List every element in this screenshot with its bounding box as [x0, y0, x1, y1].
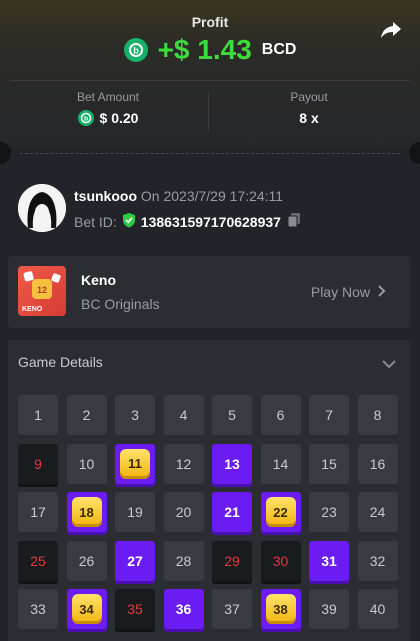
keno-cell: 23 [309, 492, 349, 532]
username-line: tsunkooo On 2023/7/29 17:24:11 [74, 188, 283, 204]
bet-amount-value: $ 0.20 [99, 110, 139, 126]
divider [10, 80, 410, 81]
chevron-right-icon [378, 284, 386, 300]
keno-thumb-number: 12 [37, 285, 47, 295]
gem-number: 38 [265, 594, 296, 624]
keno-cell-picked: 13 [212, 443, 252, 484]
keno-cell-picked: 36 [163, 589, 204, 629]
keno-thumbnail: 12 KENO [18, 266, 66, 316]
bet-id-label: Bet ID: [74, 213, 117, 230]
keno-cell-drawn: 29 [212, 540, 252, 581]
keno-cell-drawn: 9 [18, 443, 58, 484]
payout: Payout 8 x [209, 90, 409, 126]
game-name: Keno [81, 272, 116, 288]
bet-id-row: Bet ID: 138631597170628937 [74, 212, 302, 231]
keno-cell-picked: 21 [212, 492, 252, 532]
dashed-divider [20, 153, 400, 154]
bet-amount: Bet Amount b $ 0.20 [8, 90, 208, 126]
keno-cell: 1 [18, 395, 58, 435]
keno-cell: 15 [309, 443, 349, 484]
keno-cell: 4 [163, 395, 204, 435]
play-now-button[interactable]: Play Now [311, 284, 386, 300]
payout-value: 8 x [299, 110, 319, 126]
keno-cell: 37 [212, 589, 252, 629]
bet-timestamp: On 2023/7/29 17:24:11 [140, 188, 284, 204]
keno-cell-hit: 11 [115, 443, 155, 484]
keno-cell: 24 [357, 492, 398, 532]
svg-text:b: b [133, 46, 139, 56]
keno-cell: 19 [115, 492, 155, 532]
keno-cell: 2 [66, 395, 107, 435]
keno-cell: 40 [357, 589, 398, 629]
username[interactable]: tsunkooo [74, 188, 137, 204]
keno-cell: 12 [163, 443, 204, 484]
game-details-panel: Game Details 1 2 3 4 5 6 7 8 9 10 11 12 13 14 15 16 17 18… [8, 340, 410, 641]
chevron-down-icon[interactable] [382, 356, 396, 374]
keno-cell-drawn: 30 [260, 540, 301, 581]
gem-number: 18 [71, 497, 102, 527]
keno-cell: 33 [18, 589, 58, 629]
keno-cell-hit: 22 [260, 492, 301, 532]
copy-icon[interactable] [286, 212, 302, 231]
bcd-coin-icon: b [123, 38, 148, 62]
keno-cell-hit: 34 [66, 589, 107, 629]
game-details-title: Game Details [18, 354, 103, 370]
payout-label: Payout [290, 90, 328, 104]
gem-number: 22 [265, 497, 296, 527]
keno-cell: 39 [309, 589, 349, 629]
game-card[interactable]: 12 KENO Keno BC Originals Play Now [8, 256, 410, 328]
ticket-notch-right [409, 142, 420, 164]
bcd-coin-icon: b [77, 110, 94, 126]
keno-cell: 6 [260, 395, 301, 435]
keno-cell: 28 [163, 540, 204, 581]
verified-shield-icon [122, 212, 136, 231]
keno-cell: 5 [212, 395, 252, 435]
keno-cell-drawn: 25 [18, 540, 58, 581]
keno-cell: 8 [357, 395, 398, 435]
game-provider: BC Originals [81, 296, 160, 312]
keno-cell: 26 [66, 540, 107, 581]
keno-cell-picked: 27 [115, 540, 155, 581]
profit-currency: BCD [261, 41, 297, 58]
keno-board: 1 2 3 4 5 6 7 8 9 10 11 12 13 14 15 16 17 18 19 20 21 22 23 24 2… [18, 395, 398, 629]
bet-id-value: 138631597170628937 [140, 213, 281, 230]
keno-cell: 7 [309, 395, 349, 435]
profit-row: b +$ 1.43 BCD [0, 34, 420, 66]
svg-text:b: b [83, 116, 87, 123]
gem-number: 11 [120, 448, 150, 479]
keno-cell-drawn: 35 [115, 589, 155, 629]
keno-cell: 17 [18, 492, 58, 532]
play-now-label: Play Now [310, 284, 370, 300]
profit-label: Profit [191, 14, 229, 30]
keno-thumb-label: KENO [22, 306, 43, 313]
keno-cell: 20 [163, 492, 204, 532]
bet-amount-label: Bet Amount [76, 90, 140, 104]
keno-cell: 16 [357, 443, 398, 484]
avatar[interactable] [18, 184, 66, 232]
gem-number: 34 [71, 594, 102, 624]
keno-cell: 32 [357, 540, 398, 581]
bet-amount-value-row: b $ 0.20 [8, 110, 208, 126]
keno-cell: 14 [260, 443, 301, 484]
keno-cell-hit: 18 [66, 492, 107, 532]
bet-info: tsunkooo On 2023/7/29 17:24:11 Bet ID: 1… [18, 184, 408, 234]
keno-cell: 3 [115, 395, 155, 435]
keno-cell: 10 [66, 443, 107, 484]
profit-value: +$ 1.43 [157, 34, 252, 65]
keno-cell-hit: 38 [260, 589, 301, 629]
keno-cell-picked: 31 [309, 540, 349, 581]
result-header: Profit b +$ 1.43 BCD Bet Amount b $ 0.20… [0, 0, 420, 150]
